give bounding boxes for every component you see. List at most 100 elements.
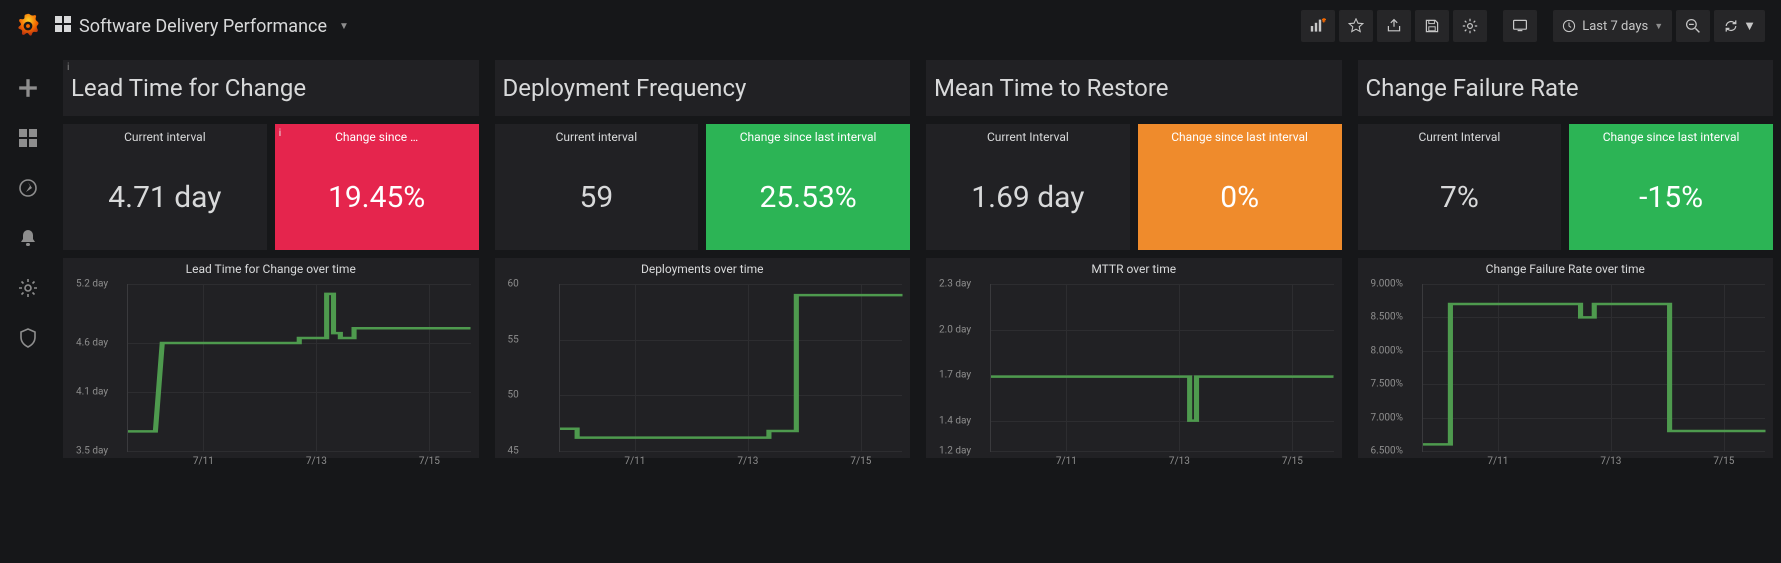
y-tick-label: 55 bbox=[508, 334, 519, 345]
x-tick-label: 7/13 bbox=[1169, 456, 1190, 467]
stat-change[interactable]: iChange since …19.45% bbox=[275, 124, 479, 250]
y-tick-label: 1.7 day bbox=[939, 370, 971, 381]
x-tick-label: 7/11 bbox=[1056, 456, 1077, 467]
stat-change[interactable]: Change since last interval0% bbox=[1138, 124, 1342, 250]
stat-current[interactable]: Current interval59 bbox=[495, 124, 699, 250]
chart-plot-area: 1.2 day1.4 day1.7 day2.0 day2.3 day7/117… bbox=[990, 284, 1334, 452]
y-tick-label: 8.000% bbox=[1371, 345, 1403, 356]
x-tick-label: 7/13 bbox=[306, 456, 327, 467]
stat-current[interactable]: Current Interval7% bbox=[1358, 124, 1562, 250]
y-tick-label: 6.500% bbox=[1371, 446, 1403, 457]
add-panel-button[interactable] bbox=[1301, 10, 1335, 42]
stat-label: Current Interval bbox=[926, 130, 1130, 144]
panel-chart[interactable]: Deployments over time 455055607/117/137/1… bbox=[495, 258, 911, 458]
y-tick-label: 8.500% bbox=[1371, 312, 1403, 323]
panel-header[interactable]: Mean Time to Restore bbox=[926, 60, 1342, 116]
y-tick-label: 2.0 day bbox=[939, 324, 971, 335]
y-tick-label: 60 bbox=[508, 279, 519, 290]
chart-title: MTTR over time bbox=[926, 258, 1342, 280]
y-tick-label: 50 bbox=[508, 390, 519, 401]
dashboard-settings-button[interactable] bbox=[1453, 10, 1487, 42]
dashboard-title: Software Delivery Performance bbox=[79, 16, 327, 37]
stat-label: Current interval bbox=[495, 130, 699, 144]
sidebar-create[interactable] bbox=[14, 74, 42, 102]
panel-title: Lead Time for Change bbox=[71, 74, 306, 102]
stat-label: Current Interval bbox=[1358, 130, 1562, 144]
grafana-logo[interactable] bbox=[0, 12, 55, 40]
y-tick-label: 1.2 day bbox=[939, 446, 971, 457]
stat-value: -15% bbox=[1639, 144, 1703, 250]
x-tick-label: 7/11 bbox=[624, 456, 645, 467]
y-tick-label: 1.4 day bbox=[939, 415, 971, 426]
stat-label: Change since … bbox=[275, 130, 479, 144]
stat-value: 7% bbox=[1440, 144, 1479, 250]
panel-chart[interactable]: Change Failure Rate over time 6.500%7.000… bbox=[1358, 258, 1774, 458]
sidebar-admin[interactable] bbox=[14, 324, 42, 352]
x-tick-label: 7/13 bbox=[737, 456, 758, 467]
y-tick-label: 4.1 day bbox=[76, 387, 108, 398]
star-dashboard-button[interactable] bbox=[1339, 10, 1373, 42]
metric-column: Mean Time to Restore Current Interval1.69… bbox=[926, 60, 1350, 458]
panel-title: Change Failure Rate bbox=[1366, 74, 1579, 102]
stat-change[interactable]: Change since last interval25.53% bbox=[706, 124, 910, 250]
metric-column: iLead Time for ChangeCurrent interval4.7… bbox=[63, 60, 487, 458]
y-tick-label: 2.3 day bbox=[939, 279, 971, 290]
panel-title: Deployment Frequency bbox=[503, 74, 747, 102]
sidebar-dashboards[interactable] bbox=[14, 124, 42, 152]
stat-current[interactable]: Current Interval1.69 day bbox=[926, 124, 1130, 250]
dashboard-grid-icon bbox=[55, 16, 71, 37]
chart-plot-area: 6.500%7.000%7.500%8.000%8.500%9.000%7/11… bbox=[1422, 284, 1766, 452]
chart-title: Change Failure Rate over time bbox=[1358, 258, 1774, 280]
stat-value: 0% bbox=[1220, 144, 1259, 250]
x-tick-label: 7/15 bbox=[419, 456, 440, 467]
y-tick-label: 9.000% bbox=[1371, 279, 1403, 290]
chart-plot-area: 455055607/117/137/15 bbox=[559, 284, 903, 452]
chart-title: Deployments over time bbox=[495, 258, 911, 280]
panel-chart[interactable]: Lead Time for Change over time3.5 day4.1… bbox=[63, 258, 479, 458]
stat-value: 25.53% bbox=[759, 144, 856, 250]
stats-row: Current Interval1.69 dayChange since las… bbox=[926, 124, 1342, 250]
x-tick-label: 7/11 bbox=[1487, 456, 1508, 467]
sidebar-configuration[interactable] bbox=[14, 274, 42, 302]
x-tick-label: 7/15 bbox=[1282, 456, 1303, 467]
stats-row: Current interval59Change since last inte… bbox=[495, 124, 911, 250]
sidebar-explore[interactable] bbox=[14, 174, 42, 202]
x-tick-label: 7/15 bbox=[850, 456, 871, 467]
navbar: Software Delivery Performance ▼ Last 7 d… bbox=[0, 0, 1781, 52]
stat-current[interactable]: Current interval4.71 day bbox=[63, 124, 267, 250]
y-tick-label: 5.2 day bbox=[76, 279, 108, 290]
stat-label: Change since last interval bbox=[1569, 130, 1773, 144]
panel-chart[interactable]: MTTR over time1.2 day1.4 day1.7 day2.0 d… bbox=[926, 258, 1342, 458]
y-tick-label: 3.5 day bbox=[76, 446, 108, 457]
stat-label: Change since last interval bbox=[706, 130, 910, 144]
panel-header[interactable]: iLead Time for Change bbox=[63, 60, 479, 116]
share-dashboard-button[interactable] bbox=[1377, 10, 1411, 42]
save-dashboard-button[interactable] bbox=[1415, 10, 1449, 42]
sidebar bbox=[0, 52, 55, 563]
y-tick-label: 7.500% bbox=[1371, 379, 1403, 390]
sidebar-alerting[interactable] bbox=[14, 224, 42, 252]
stat-value: 1.69 day bbox=[971, 144, 1084, 250]
time-range-picker[interactable]: Last 7 days ▼ bbox=[1553, 10, 1672, 42]
panel-header[interactable]: Deployment Frequency bbox=[495, 60, 911, 116]
metric-column: Deployment FrequencyCurrent interval59Ch… bbox=[495, 60, 919, 458]
chart-plot-area: 3.5 day4.1 day4.6 day5.2 day7/117/137/15 bbox=[127, 284, 471, 452]
dashboard-title-picker[interactable]: Software Delivery Performance ▼ bbox=[55, 16, 349, 37]
stats-row: Current interval4.71 dayiChange since …1… bbox=[63, 124, 479, 250]
metric-column: Change Failure RateCurrent Interval7%Cha… bbox=[1358, 60, 1781, 458]
stats-row: Current Interval7%Change since last inte… bbox=[1358, 124, 1774, 250]
x-tick-label: 7/11 bbox=[193, 456, 214, 467]
info-icon: i bbox=[279, 128, 281, 139]
x-tick-label: 7/13 bbox=[1600, 456, 1621, 467]
stat-value: 19.45% bbox=[328, 144, 425, 250]
zoom-out-button[interactable] bbox=[1676, 10, 1710, 42]
panel-header[interactable]: Change Failure Rate bbox=[1358, 60, 1774, 116]
chart-title: Lead Time for Change over time bbox=[63, 258, 479, 280]
x-tick-label: 7/15 bbox=[1713, 456, 1734, 467]
cycle-view-mode-button[interactable] bbox=[1503, 10, 1537, 42]
stat-label: Current interval bbox=[63, 130, 267, 144]
chevron-down-icon: ▼ bbox=[1654, 21, 1663, 32]
dashboard-grid: iLead Time for ChangeCurrent interval4.7… bbox=[55, 52, 1781, 563]
stat-change[interactable]: Change since last interval-15% bbox=[1569, 124, 1773, 250]
refresh-button[interactable]: ▼ bbox=[1714, 10, 1765, 42]
